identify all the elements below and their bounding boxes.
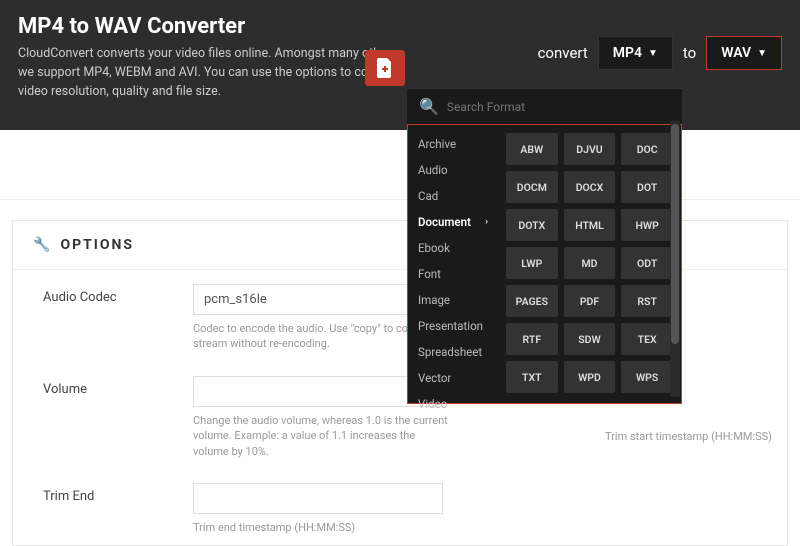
format-tile-pdf[interactable]: PDF [564, 285, 616, 317]
trim-end-hint: Trim end timestamp (HH:MM:SS) [193, 520, 453, 535]
category-video[interactable]: Video [408, 391, 498, 417]
audio-codec-input[interactable] [193, 284, 443, 315]
category-document[interactable]: Document› [408, 209, 498, 235]
format-tile-html[interactable]: HTML [564, 209, 616, 241]
category-ebook[interactable]: Ebook [408, 235, 498, 261]
trim-end-label: Trim End [43, 483, 173, 535]
format-dropdown: 🔍 ArchiveAudioCadDocument›EbookFontImage… [407, 88, 682, 404]
format-to-value: WAV [721, 45, 751, 61]
format-tile-tex[interactable]: TEX [621, 323, 673, 355]
convert-strip: convert MP4 ▼ to WAV ▼ [538, 36, 782, 70]
category-audio[interactable]: Audio [408, 157, 498, 183]
format-tile-djvu[interactable]: DJVU [564, 133, 616, 165]
format-tile-abw[interactable]: ABW [506, 133, 558, 165]
category-spreadsheet[interactable]: Spreadsheet [408, 339, 498, 365]
option-trim-end: Trim End Trim end timestamp (HH:MM:SS) [13, 469, 787, 545]
format-tile-doc[interactable]: DOC [621, 133, 673, 165]
category-font[interactable]: Font [408, 261, 498, 287]
category-image[interactable]: Image [408, 287, 498, 313]
convert-label: convert [538, 44, 588, 62]
format-tile-lwp[interactable]: LWP [506, 247, 558, 279]
format-tile-dot[interactable]: DOT [621, 171, 673, 203]
format-tile-docx[interactable]: DOCX [564, 171, 616, 203]
format-tile-docm[interactable]: DOCM [506, 171, 558, 203]
category-list: ArchiveAudioCadDocument›EbookFontImagePr… [408, 125, 498, 403]
scrollbar[interactable] [670, 121, 680, 397]
category-archive[interactable]: Archive [408, 131, 498, 157]
format-to-button[interactable]: WAV ▼ [706, 36, 782, 70]
volume-input[interactable] [193, 376, 443, 407]
to-label: to [683, 44, 696, 62]
page-description: CloudConvert converts your video files o… [18, 45, 418, 101]
volume-label: Volume [43, 376, 173, 459]
select-file-button[interactable] [365, 50, 405, 86]
category-cad[interactable]: Cad [408, 183, 498, 209]
format-from-value: MP4 [613, 45, 642, 61]
trim-end-input[interactable] [193, 483, 443, 514]
format-tile-sdw[interactable]: SDW [564, 323, 616, 355]
scrollbar-thumb[interactable] [671, 124, 679, 344]
wrench-icon: 🔧 [33, 237, 50, 253]
volume-hint: Change the audio volume, whereas 1.0 is … [193, 413, 453, 459]
format-tile-odt[interactable]: ODT [621, 247, 673, 279]
format-tile-md[interactable]: MD [564, 247, 616, 279]
audio-codec-label: Audio Codec [43, 284, 173, 352]
category-presentation[interactable]: Presentation [408, 313, 498, 339]
format-panel: ArchiveAudioCadDocument›EbookFontImagePr… [407, 124, 682, 404]
format-tile-rtf[interactable]: RTF [506, 323, 558, 355]
format-tile-wps[interactable]: WPS [621, 361, 673, 393]
chevron-down-icon: ▼ [648, 48, 658, 59]
options-heading: OPTIONS [60, 237, 134, 253]
format-search-row: 🔍 [407, 89, 682, 124]
file-add-icon [377, 58, 393, 78]
chevron-down-icon: ▼ [757, 48, 767, 59]
format-grid: ABWDJVUDOC DOCMDOCXDOT DOTXHTMLHWP LWPMDODT… [498, 125, 681, 403]
format-tile-dotx[interactable]: DOTX [506, 209, 558, 241]
format-tile-rst[interactable]: RST [621, 285, 673, 317]
format-tile-hwp[interactable]: HWP [621, 209, 673, 241]
format-search-input[interactable] [447, 100, 670, 114]
format-from-button[interactable]: MP4 ▼ [598, 36, 673, 70]
trim-start-hint: Trim start timestamp (HH:MM:SS) [605, 430, 772, 443]
format-tile-wpd[interactable]: WPD [564, 361, 616, 393]
search-icon: 🔍 [419, 97, 439, 116]
format-tile-txt[interactable]: TXT [506, 361, 558, 393]
chevron-right-icon: › [485, 217, 488, 227]
category-vector[interactable]: Vector [408, 365, 498, 391]
format-tile-pages[interactable]: PAGES [506, 285, 558, 317]
